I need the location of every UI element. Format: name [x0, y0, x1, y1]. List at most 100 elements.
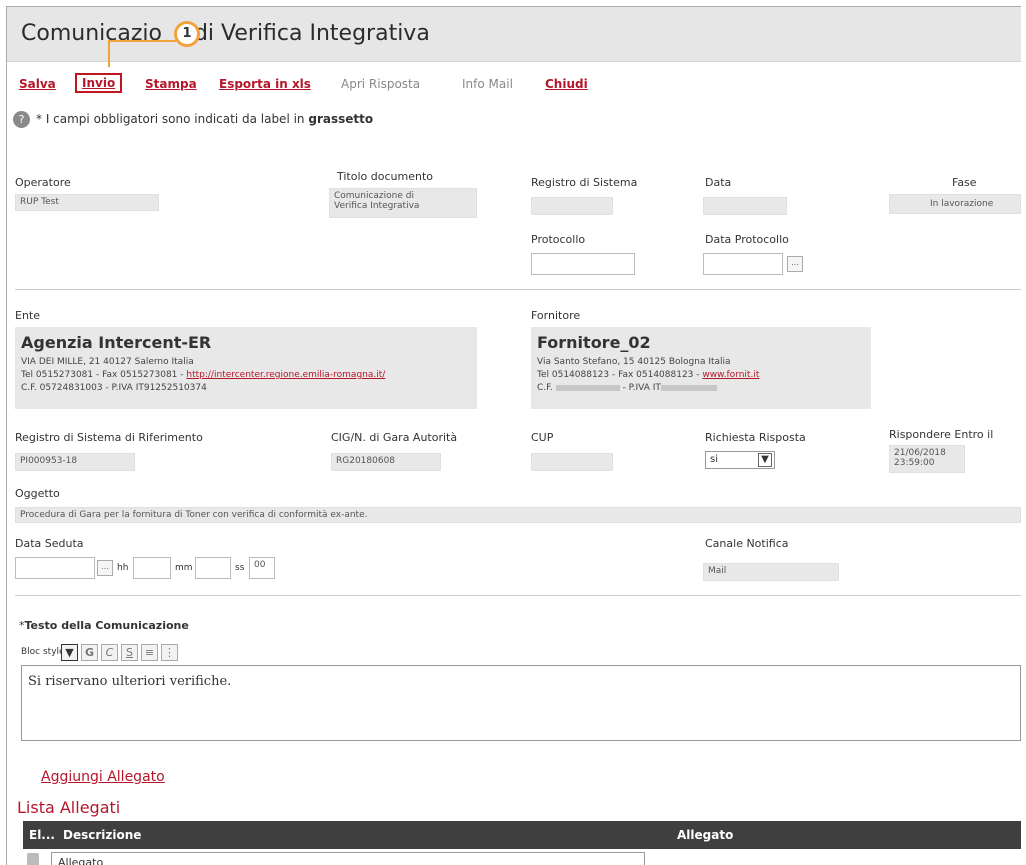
calendar-icon[interactable]: ...: [787, 256, 803, 272]
col-allegato: Allegato: [677, 828, 734, 842]
canale-label: Canale Notifica: [705, 537, 789, 550]
fornitore-card: Fornitore_02 Via Santo Stefano, 15 40125…: [531, 327, 871, 409]
fornitore-contacts: Tel 0514088123 - Fax 0514088123 - www.fo…: [537, 369, 865, 382]
ss-label: ss: [235, 563, 245, 573]
bold-icon[interactable]: G: [81, 644, 98, 661]
help-icon[interactable]: ?: [13, 111, 30, 128]
help-note: ? * I campi obbligatori sono indicati da …: [13, 111, 373, 128]
cig-label: CIG/N. di Gara Autorità: [331, 431, 458, 444]
data-protocollo-input[interactable]: [703, 253, 783, 275]
ente-contacts: Tel 0515273081 - Fax 0515273081 - http:/…: [21, 369, 471, 382]
col-el: El...: [29, 828, 55, 842]
data-field: [703, 197, 787, 215]
callout-line: [108, 40, 110, 67]
titolo-value-line1: Comunicazione di: [334, 191, 414, 201]
registro-rif-field: PI000953-18: [15, 453, 135, 471]
ente-label: Ente: [15, 309, 41, 322]
col-descrizione: Descrizione: [63, 828, 142, 842]
fornitore-cf-prefix: C.F.: [537, 383, 553, 393]
ss-input[interactable]: 00: [249, 557, 275, 579]
data-protocollo-label: Data Protocollo: [705, 233, 789, 246]
info-mail-button[interactable]: Info Mail: [462, 77, 513, 91]
titolo-value-line2: Verifica Integrativa: [334, 201, 420, 211]
page-title-part2: di Verifica Integrativa: [193, 21, 430, 46]
ente-tel: Tel 0515273081 - Fax 0515273081 -: [21, 370, 187, 380]
underline-icon[interactable]: S: [121, 644, 138, 661]
fornitore-cf: C.F. - P.IVA IT: [537, 382, 865, 395]
ente-address: VIA DEI MILLE, 21 40127 Salerno Italia: [21, 357, 194, 367]
fornitore-link[interactable]: www.fornit.it: [702, 370, 759, 380]
redacted-block: [555, 384, 620, 391]
fornitore-label: Fornitore: [531, 309, 581, 322]
trash-icon[interactable]: [27, 853, 39, 865]
calendar-icon[interactable]: ...: [97, 560, 113, 576]
rispondere-time: 23:59:00: [894, 458, 935, 468]
page-title: Comunicazio di Verifica Integrativa: [21, 21, 430, 46]
registro-label: Registro di Sistema: [531, 176, 638, 189]
titolo-field: Comunicazione di Verifica Integrativa: [329, 188, 477, 218]
lista-allegati-title: Lista Allegati: [17, 798, 121, 817]
help-bold: grassetto: [308, 112, 374, 126]
fornitore-name: Fornitore_02: [537, 333, 651, 352]
chiudi-button[interactable]: Chiudi: [545, 77, 588, 91]
data-seduta-label: Data Seduta: [15, 537, 84, 550]
divider: [15, 595, 1021, 596]
oggetto-field: Procedura di Gara per la fornitura di To…: [15, 507, 1021, 523]
richiesta-select[interactable]: si ▼: [705, 451, 775, 469]
cup-field: [531, 453, 613, 471]
operatore-field: RUP Test: [15, 194, 159, 211]
callout-line: [108, 40, 176, 42]
mm-input[interactable]: [195, 557, 231, 579]
redacted-block: [660, 384, 717, 391]
richiesta-label: Richiesta Risposta: [705, 431, 806, 444]
page-title-part1: Comunicazio: [21, 21, 162, 46]
allegati-table-header: El... Descrizione Allegato: [23, 821, 1021, 849]
richiesta-value: si: [710, 454, 718, 465]
oggetto-label: Oggetto: [15, 487, 60, 500]
cig-field: RG20180608: [331, 453, 441, 471]
bloc-style-label: Bloc style: [21, 647, 65, 657]
rispondere-field: 21/06/2018 23:59:00: [889, 445, 965, 473]
list-icon[interactable]: ⋮: [161, 644, 178, 661]
canale-field: Mail: [703, 563, 839, 581]
align-icon[interactable]: ≡: [141, 644, 158, 661]
aggiungi-allegato-link[interactable]: Aggiungi Allegato: [41, 769, 165, 785]
rispondere-date: 21/06/2018: [894, 448, 946, 458]
mm-label: mm: [175, 563, 193, 573]
rispondere-label: Rispondere Entro il: [889, 428, 994, 441]
invio-button[interactable]: Invio: [75, 73, 123, 93]
esporta-xls-button[interactable]: Esporta in xls: [219, 77, 311, 91]
fase-label: Fase: [952, 176, 977, 189]
fornitore-piva-prefix: - P.IVA IT: [619, 383, 661, 393]
help-text: * I campi obbligatori sono indicati da l…: [36, 112, 305, 126]
protocollo-input[interactable]: [531, 253, 635, 275]
fornitore-address: Via Santo Stefano, 15 40125 Bologna Ital…: [537, 357, 731, 367]
ente-name: Agenzia Intercent-ER: [21, 333, 212, 352]
registro-rif-label: Registro di Sistema di Riferimento: [15, 431, 203, 444]
data-label: Data: [705, 176, 732, 189]
protocollo-label: Protocollo: [531, 233, 586, 246]
testo-label: *Testo della Comunicazione: [19, 619, 189, 632]
italic-icon[interactable]: C: [101, 644, 118, 661]
ente-link[interactable]: http://intercenter.regione.emilia-romagn…: [186, 370, 385, 380]
hh-input[interactable]: [133, 557, 171, 579]
app-window: Comunicazio di Verifica Integrativa 1 Sal…: [6, 6, 1021, 865]
chevron-down-icon[interactable]: ▼: [758, 453, 772, 467]
ente-cf: C.F. 05724831003 - P.IVA IT91252510374: [21, 383, 207, 393]
divider: [15, 289, 1021, 290]
data-seduta-input[interactable]: [15, 557, 95, 579]
testo-label-text: Testo della Comunicazione: [24, 619, 189, 632]
ente-card: Agenzia Intercent-ER VIA DEI MILLE, 21 4…: [15, 327, 477, 409]
allegato-descrizione-input[interactable]: Allegato: [51, 852, 645, 865]
testo-textarea[interactable]: Si riservano ulteriori verifiche.: [21, 665, 1021, 741]
titolo-label: Titolo documento: [337, 170, 433, 183]
salva-button[interactable]: Salva: [19, 77, 56, 91]
step-badge: 1: [174, 21, 200, 47]
stampa-button[interactable]: Stampa: [145, 77, 197, 91]
operatore-label: Operatore: [15, 176, 71, 189]
fornitore-tel: Tel 0514088123 - Fax 0514088123 -: [537, 370, 703, 380]
title-bar: Comunicazio di Verifica Integrativa 1: [7, 7, 1021, 62]
cup-label: CUP: [531, 431, 554, 444]
chevron-down-icon[interactable]: ▼: [61, 644, 78, 661]
apri-risposta-button[interactable]: Apri Risposta: [341, 77, 420, 91]
